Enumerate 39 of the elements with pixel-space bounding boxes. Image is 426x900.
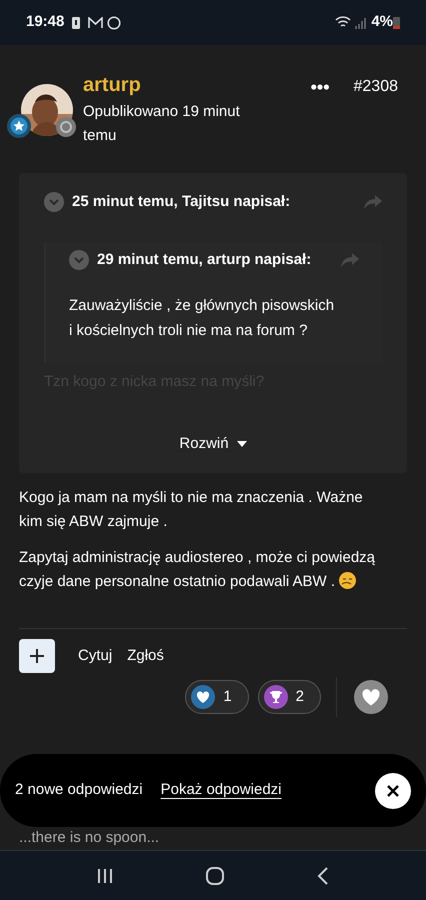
battery-level: 4% (371, 12, 393, 32)
gear-badge-icon (56, 117, 76, 137)
plus-icon (30, 649, 44, 663)
close-icon (387, 784, 399, 796)
chat-icon (107, 16, 122, 30)
author-name[interactable]: arturp (83, 72, 311, 98)
close-button[interactable] (375, 772, 411, 808)
signature: ...there is no spoon... (19, 829, 160, 847)
signal-icon (355, 16, 368, 28)
reaction-number: 2 (296, 686, 304, 707)
mail-icon (88, 16, 104, 28)
show-replies-link[interactable]: Pokaż odpowiedzi (160, 779, 282, 802)
post-date: Opublikowano 19 minut temu (83, 102, 241, 146)
expand-button[interactable]: Rozwiń (168, 432, 258, 455)
wifi-icon (335, 16, 352, 29)
recent-apps-icon[interactable] (96, 868, 113, 884)
clock: 19:48 (26, 12, 64, 32)
post-number[interactable]: #2308 (354, 74, 398, 100)
back-icon[interactable] (317, 866, 330, 884)
snackbar-message: 2 nowe odpowiedzi (15, 780, 143, 800)
quote-header: 25 minut temu, Tajitsu napisał: (72, 192, 292, 212)
battery-alert-icon (72, 16, 80, 29)
home-icon[interactable] (206, 866, 224, 884)
more-button[interactable]: ••• (310, 74, 330, 100)
reaction-count[interactable]: 2 (258, 680, 321, 714)
quote-text: Zauważyliście , że głównych pisowskich i kościelnych troli nie ma na forum ? (69, 296, 336, 341)
quote-header: 29 minut temu, arturp napisał: (97, 250, 312, 270)
emoji-icon (339, 572, 356, 589)
star-badge-icon (7, 114, 31, 138)
add-button[interactable] (19, 639, 55, 673)
report-button[interactable]: Zgłoś (127, 644, 164, 668)
battery-icon (393, 16, 400, 29)
reaction-count[interactable]: 1 (185, 680, 249, 714)
post-paragraph: Kogo ja mam na myśli to nie ma znaczenia . Ważne kim się ABW zajmuje . (19, 488, 364, 532)
caret-icon (236, 440, 247, 447)
post-paragraph: Zapytaj administrację audiostereo , może ci powiedzą czyje dane personalne ostatnio podawali ABW . (19, 548, 376, 592)
reaction-number: 1 (223, 686, 232, 707)
quote-button[interactable]: Cytuj (78, 644, 112, 668)
like-icon[interactable] (354, 680, 388, 714)
